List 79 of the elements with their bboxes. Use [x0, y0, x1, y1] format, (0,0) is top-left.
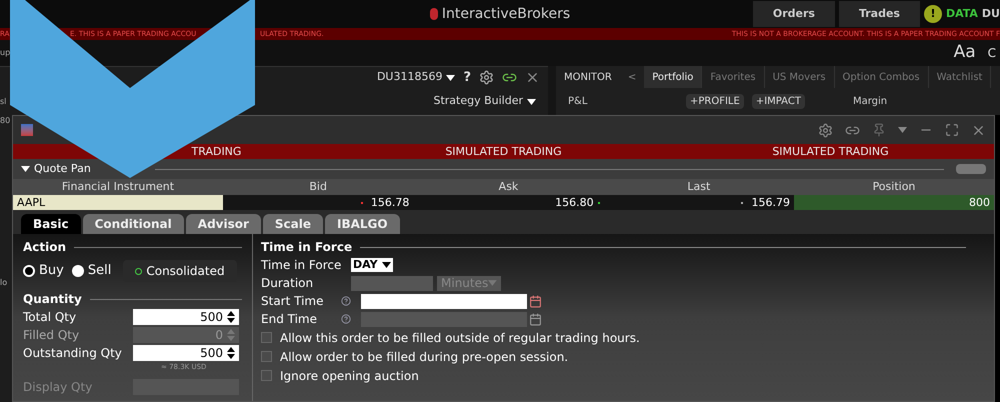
field-label: Total Qty [23, 309, 78, 326]
field-label: End Time [261, 311, 318, 328]
settings-icon[interactable] [479, 70, 494, 85]
option-checkbox[interactable]: Ignore opening auction [261, 366, 966, 385]
order-tab[interactable]: Scale [262, 214, 324, 234]
app-logo: InteractiveBrokers [430, 4, 570, 24]
column-header: Bid [308, 179, 328, 195]
field-label: Duration [261, 275, 314, 292]
quantity-field[interactable]: 500 [133, 309, 239, 325]
settings-icon[interactable] [818, 122, 833, 138]
column-header: Position [872, 179, 916, 195]
caret-icon [488, 280, 497, 286]
field-label: Outstanding Qty [23, 345, 123, 362]
pnl-label: P&L [568, 95, 588, 109]
side-radio[interactable]: Sell [72, 261, 112, 281]
panel-label: lo [0, 277, 8, 289]
help-icon[interactable] [341, 314, 351, 324]
strategy-builder-menu[interactable]: Strategy Builder [433, 93, 536, 110]
field-label: Start Time [261, 293, 324, 310]
font-size-button[interactable]: Aa [954, 40, 976, 66]
option-checkbox[interactable]: Allow this order to be filled outside of regular trading hours. [261, 328, 966, 347]
caret-icon [898, 127, 907, 133]
order-tab[interactable]: IBALGO [325, 214, 400, 234]
time-field[interactable] [361, 312, 527, 326]
order-tab[interactable]: Basic [21, 214, 81, 234]
spinner-icon[interactable] [227, 311, 235, 323]
panel-label: sl [0, 96, 8, 108]
section-title: Action [23, 239, 66, 256]
caret-icon [382, 262, 391, 268]
alert-badge: ! [924, 5, 942, 23]
field-label: Time in Force [261, 257, 342, 274]
field-label: Filled Qty [23, 327, 80, 344]
app-icon [21, 124, 33, 136]
ask-cell: 156.80 [413, 195, 604, 212]
option-checkbox[interactable]: Allow order to be filled during pre-open session. [261, 347, 966, 366]
panel-label: up [0, 47, 12, 59]
panel-title[interactable]: Quote Pan [34, 160, 91, 178]
calendar-icon[interactable] [529, 312, 542, 326]
column-header: Ask [498, 179, 520, 195]
panel-title: MONITOR [563, 70, 613, 84]
panel-label: 80 [0, 115, 12, 127]
monitor-button[interactable]: +PROFILE [686, 94, 744, 109]
time-field[interactable] [361, 294, 527, 308]
last-cell: 156.79 [604, 195, 794, 212]
monitor-button[interactable]: +IMPACT [752, 94, 805, 109]
caret-icon [527, 98, 536, 104]
section-title: Time in Force [261, 239, 352, 256]
column-header: Margin [852, 95, 888, 109]
help-button[interactable]: ? [463, 68, 471, 88]
banner-text: SIMULATED TRADING [771, 144, 890, 160]
column-header: Financial Instrument [60, 179, 176, 195]
order-tab[interactable]: Advisor [186, 214, 261, 234]
order-tab[interactable]: Conditional [82, 214, 184, 234]
back-button[interactable]: < [620, 66, 644, 88]
account-label: DU [982, 6, 1000, 22]
caret-icon [21, 166, 30, 172]
banner-text: SIMULATED TRADING [444, 144, 563, 160]
duration-field[interactable] [351, 276, 433, 290]
panel-label: C [988, 45, 996, 62]
spinner-icon[interactable] [227, 347, 235, 359]
account-selector[interactable]: DU3118569 [376, 69, 456, 86]
pin-icon[interactable] [872, 123, 886, 137]
maximize-icon[interactable] [945, 123, 959, 137]
bid-cell: 156.78 [223, 195, 414, 212]
monitor-tab[interactable]: Portfolio [644, 66, 702, 88]
banner-text: TRADING [190, 144, 242, 160]
close-icon[interactable] [525, 70, 540, 85]
caret-icon [446, 74, 456, 80]
data-status: DATA [946, 6, 978, 22]
section-title: Quantity [23, 291, 82, 308]
column-header: Last [686, 179, 712, 195]
header-button[interactable]: Orders [752, 1, 835, 27]
help-icon[interactable] [341, 296, 351, 306]
header-button[interactable]: Trades [838, 1, 920, 27]
field-label: Display Qty [23, 378, 94, 396]
quantity-field[interactable]: 500 [133, 345, 239, 361]
calendar-icon[interactable] [529, 294, 542, 308]
side-radio[interactable]: Buy [23, 261, 64, 281]
tif-dropdown[interactable]: DAY [351, 258, 393, 272]
